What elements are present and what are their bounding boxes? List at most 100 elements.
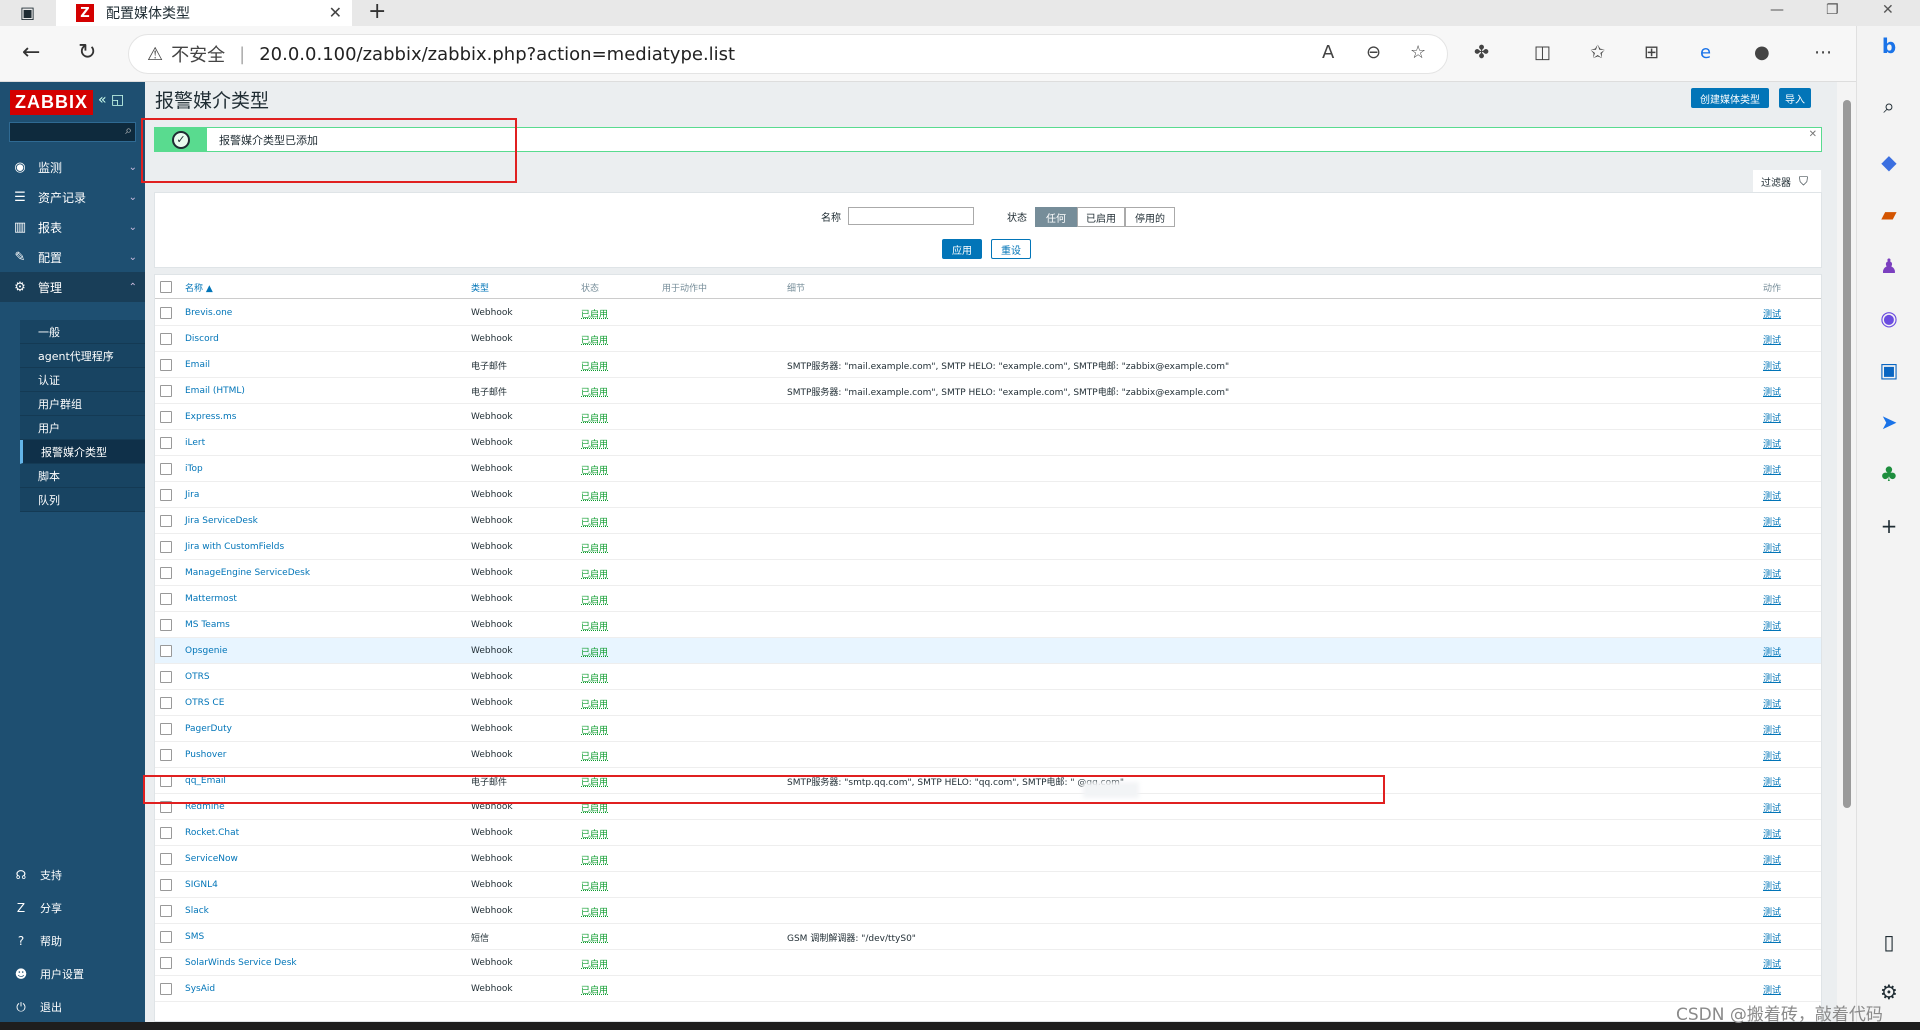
status-enabled-link[interactable]: 已启用 xyxy=(581,456,608,482)
media-type-name-link[interactable]: iLert xyxy=(185,430,205,456)
extensions-icon[interactable]: ✤ xyxy=(1474,42,1489,63)
test-link[interactable]: 测试 xyxy=(1763,820,1781,846)
checkbox[interactable] xyxy=(160,281,172,293)
checkbox[interactable] xyxy=(160,567,172,579)
row-checkbox[interactable] xyxy=(160,924,172,950)
menu-monitoring[interactable]: ◉ 监测 ⌄ xyxy=(0,152,145,182)
menu-configuration[interactable]: ✎ 配置 ⌄ xyxy=(0,242,145,272)
test-link[interactable]: 测试 xyxy=(1763,352,1781,378)
status-enabled-link[interactable]: 已启用 xyxy=(581,950,608,976)
test-link[interactable]: 测试 xyxy=(1763,872,1781,898)
row-checkbox[interactable] xyxy=(160,300,172,326)
media-type-name-link[interactable]: Mattermost xyxy=(185,586,237,612)
checkbox[interactable] xyxy=(160,619,172,631)
menu-administration[interactable]: ⚙ 管理 ⌃ xyxy=(0,272,145,302)
status-enabled-link[interactable]: 已启用 xyxy=(581,664,608,690)
menu-share[interactable]: Z 分享 xyxy=(0,893,145,923)
test-link[interactable]: 测试 xyxy=(1763,508,1781,534)
scrollbar-thumb[interactable] xyxy=(1843,100,1851,808)
media-type-name-link[interactable]: Jira with CustomFields xyxy=(185,534,284,560)
test-link[interactable]: 测试 xyxy=(1763,898,1781,924)
games-icon[interactable]: ♟ xyxy=(1877,254,1901,278)
test-link[interactable]: 测试 xyxy=(1763,716,1781,742)
menu-user-settings[interactable]: ☻ 用户设置 xyxy=(0,959,145,989)
status-enabled-link[interactable]: 已启用 xyxy=(581,508,608,534)
media-type-name-link[interactable]: Email (HTML) xyxy=(185,378,245,404)
row-checkbox[interactable] xyxy=(160,690,172,716)
search-icon[interactable]: ⌕ xyxy=(125,123,132,138)
checkbox[interactable] xyxy=(160,957,172,969)
status-enabled-link[interactable]: 已启用 xyxy=(581,976,608,1002)
collections-icon[interactable]: ⊞ xyxy=(1644,42,1659,63)
url-text[interactable]: 20.0.0.100/zabbix/zabbix.php?action=medi… xyxy=(259,44,735,65)
media-type-name-link[interactable]: SIGNL4 xyxy=(185,872,218,898)
test-link[interactable]: 测试 xyxy=(1763,404,1781,430)
submenu-media-types[interactable]: 报警媒介类型 xyxy=(20,440,145,464)
test-link[interactable]: 测试 xyxy=(1763,456,1781,482)
profile-icon[interactable]: ● xyxy=(1754,42,1770,63)
checkbox[interactable] xyxy=(160,671,172,683)
row-checkbox[interactable] xyxy=(160,378,172,404)
test-link[interactable]: 测试 xyxy=(1763,378,1781,404)
tree-icon[interactable]: ♣ xyxy=(1877,462,1901,486)
status-enabled-link[interactable]: 已启用 xyxy=(581,482,608,508)
checkbox[interactable] xyxy=(160,697,172,709)
media-type-name-link[interactable]: ServiceNow xyxy=(185,846,238,872)
select-all-checkbox[interactable] xyxy=(160,275,172,299)
status-enabled-link[interactable]: 已启用 xyxy=(581,326,608,352)
office-icon[interactable]: ◉ xyxy=(1877,306,1901,330)
row-checkbox[interactable] xyxy=(160,560,172,586)
add-icon[interactable]: + xyxy=(1877,514,1901,538)
checkbox[interactable] xyxy=(160,515,172,527)
name-filter-input[interactable] xyxy=(848,207,974,225)
row-checkbox[interactable] xyxy=(160,612,172,638)
media-type-name-link[interactable]: MS Teams xyxy=(185,612,230,638)
status-enabled-link[interactable]: 已启用 xyxy=(581,534,608,560)
submenu-general[interactable]: 一般 xyxy=(20,320,145,344)
status-enabled-link[interactable]: 已启用 xyxy=(581,612,608,638)
status-enabled-link[interactable]: 已启用 xyxy=(581,924,608,950)
checkbox[interactable] xyxy=(160,437,172,449)
status-any-option[interactable]: 任何 xyxy=(1035,207,1077,227)
new-tab-icon[interactable]: + xyxy=(368,0,386,24)
page-scrollbar[interactable] xyxy=(1837,82,1856,1022)
test-link[interactable]: 测试 xyxy=(1763,846,1781,872)
submenu-users[interactable]: 用户 xyxy=(20,416,145,440)
media-type-name-link[interactable]: Brevis.one xyxy=(185,300,232,326)
status-enabled-link[interactable]: 已启用 xyxy=(581,690,608,716)
row-checkbox[interactable] xyxy=(160,820,172,846)
sidebar-layout-icon[interactable]: ▯ xyxy=(1877,930,1901,954)
row-checkbox[interactable] xyxy=(160,326,172,352)
row-checkbox[interactable] xyxy=(160,872,172,898)
zoom-icon[interactable]: ⊖ xyxy=(1366,42,1381,63)
collapse-sidebar-icon[interactable]: « ◱ xyxy=(98,92,124,108)
checkbox[interactable] xyxy=(160,411,172,423)
media-type-name-link[interactable]: OTRS CE xyxy=(185,690,224,716)
create-media-type-button[interactable]: 创建媒体类型 xyxy=(1691,88,1769,108)
status-enabled-link[interactable]: 已启用 xyxy=(581,300,608,326)
checkbox[interactable] xyxy=(160,905,172,917)
test-link[interactable]: 测试 xyxy=(1763,586,1781,612)
checkbox[interactable] xyxy=(160,983,172,995)
media-type-name-link[interactable]: ManageEngine ServiceDesk xyxy=(185,560,310,586)
checkbox[interactable] xyxy=(160,931,172,943)
send-icon[interactable]: ➤ xyxy=(1877,410,1901,434)
row-checkbox[interactable] xyxy=(160,456,172,482)
menu-reports[interactable]: ▥ 报表 ⌄ xyxy=(0,212,145,242)
header-type[interactable]: 类型 xyxy=(471,275,489,299)
test-link[interactable]: 测试 xyxy=(1763,742,1781,768)
search-icon[interactable]: ⌕ xyxy=(1877,94,1901,118)
status-enabled-link[interactable]: 已启用 xyxy=(581,716,608,742)
favorite-add-icon[interactable]: ☆ xyxy=(1410,42,1426,63)
media-type-name-link[interactable]: PagerDuty xyxy=(185,716,232,742)
test-link[interactable]: 测试 xyxy=(1763,794,1781,820)
row-checkbox[interactable] xyxy=(160,638,172,664)
media-type-name-link[interactable]: SolarWinds Service Desk xyxy=(185,950,297,976)
media-type-name-link[interactable]: Pushover xyxy=(185,742,226,768)
status-enabled-option[interactable]: 已启用 xyxy=(1077,207,1125,227)
row-checkbox[interactable] xyxy=(160,898,172,924)
media-type-name-link[interactable]: Slack xyxy=(185,898,209,924)
filter-tab[interactable]: 过滤器 ⛉ xyxy=(1753,170,1821,192)
bing-icon[interactable]: b xyxy=(1877,34,1901,58)
status-enabled-link[interactable]: 已启用 xyxy=(581,872,608,898)
